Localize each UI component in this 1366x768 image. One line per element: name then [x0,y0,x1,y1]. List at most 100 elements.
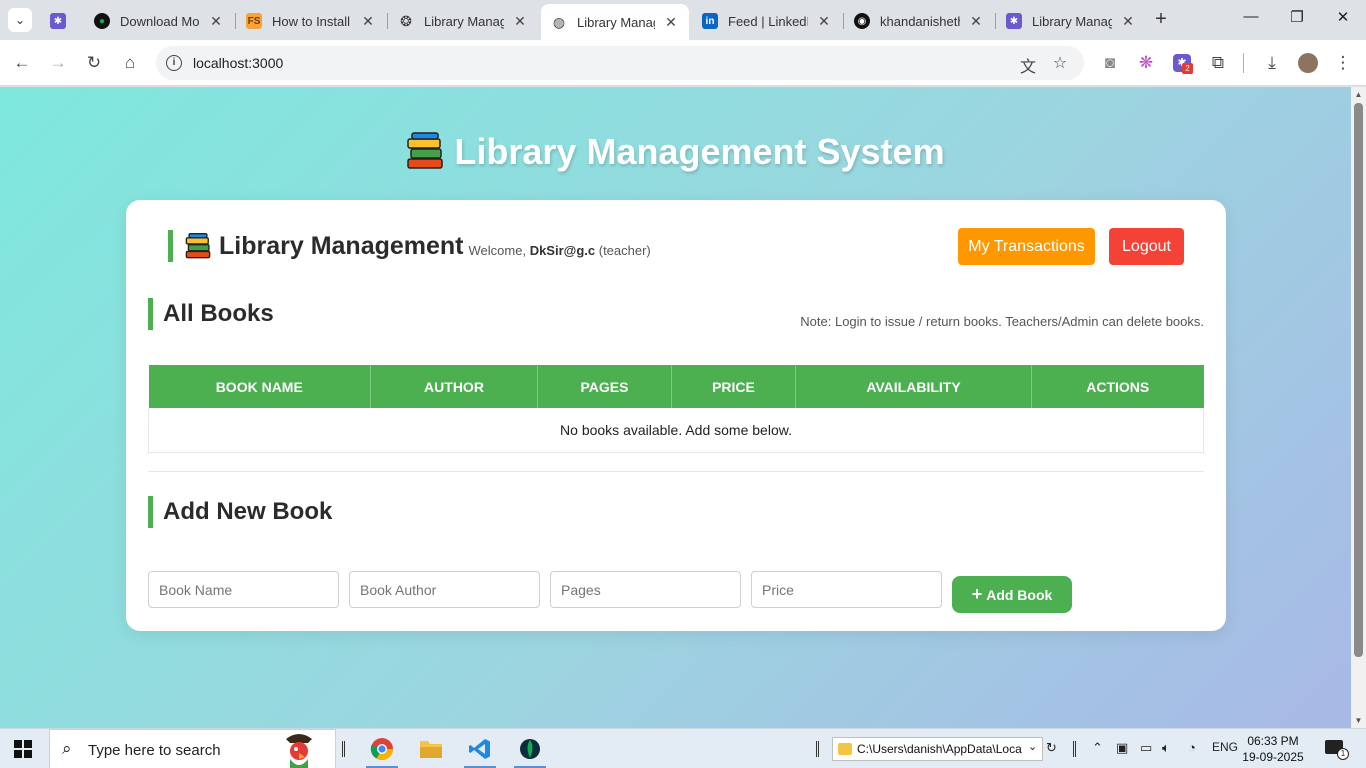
system-clock[interactable]: 06:33 PM 19-09-2025 [1240,733,1306,765]
welcome-text: Welcome, DkSir@g.c (teacher) [469,243,651,258]
book-author-input[interactable] [349,571,540,608]
add-new-book-heading: Add New Book [148,496,332,528]
search-icon: ⌕ [62,739,72,758]
browser-toolbar: ← → ↻ ⌂ i localhost:3000 文 ☆ ◙ ❋ ✱ 2 ⧉ ⤓… [0,40,1366,86]
screenshot-camera-icon[interactable]: ◙ [1098,51,1122,75]
tab-title: Library Manage [577,14,655,30]
taskbar-address-toolbar[interactable]: C:\Users\danish\AppData\Loca [832,737,1043,761]
color-extension-icon[interactable]: ❋ [1134,51,1158,75]
close-tab-icon[interactable]: ✕ [208,13,224,30]
notifications-icon[interactable]: 1 [1325,740,1349,760]
chatgpt-icon: ❂ [400,12,412,29]
extensions-puzzle-icon[interactable]: ⧉ [1206,51,1230,75]
book-name-input[interactable] [148,571,339,608]
app-icon: ✱ [1006,13,1022,29]
site-info-icon[interactable]: i [166,55,182,71]
extension-badge: 2 [1182,63,1193,74]
logout-button[interactable]: Logout [1109,228,1184,265]
close-window-icon[interactable]: ✕ [1320,8,1366,32]
home-icon[interactable]: ⌂ [118,51,142,75]
close-tab-icon[interactable]: ✕ [968,13,984,30]
forward-arrow-icon[interactable]: → [46,51,70,75]
battery-icon[interactable]: ▭ [1140,740,1152,756]
browser-tab-github[interactable]: ◉ khandanisheth ✕ [844,6,994,36]
close-tab-icon[interactable]: ✕ [512,13,528,30]
vscode-icon [469,739,490,759]
network-icon[interactable]: ◔ [1188,740,1196,755]
plus-icon: + [971,584,983,604]
permissions-note: Note: Login to issue / return books. Tea… [800,314,1204,329]
close-tab-icon[interactable]: ✕ [1120,13,1136,30]
new-tab-plus-icon[interactable]: + [1150,8,1172,30]
vscode-taskbar-icon[interactable] [460,733,500,768]
user-role: (teacher) [598,242,651,258]
app-icon: ✱ [50,13,66,29]
mongodb-leaf-icon [520,739,540,759]
column-header-author[interactable]: AUTHOR [370,365,538,408]
windows-taskbar: ⌕ Type here to search C:\Users\danish\Ap… [0,728,1366,768]
close-tab-icon[interactable]: ✕ [663,14,679,31]
minimize-icon[interactable]: — [1228,8,1274,32]
extension-app-icon[interactable]: ✱ 2 [1170,51,1194,75]
browser-tab-linkedin[interactable]: in Feed | LinkedIn ✕ [692,6,842,36]
section-divider [148,471,1204,472]
welcome-prefix: Welcome, [468,242,530,258]
chrome-icon [370,738,393,760]
scroll-up-arrow-icon[interactable]: ▲ [1354,90,1363,99]
show-hidden-icons-chevron-icon[interactable]: ⌃ [1092,740,1103,756]
scrollbar-thumb[interactable] [1354,103,1363,657]
meet-now-icon[interactable]: ▣ [1116,740,1128,756]
bookmark-star-icon[interactable]: ☆ [1050,53,1070,73]
tab-search-icon[interactable]: ⌄ [8,8,32,32]
column-header-availability[interactable]: AVAILABILITY [795,365,1032,408]
mongodb-leaf-icon: ● [94,13,110,29]
profile-avatar-icon[interactable] [1296,51,1320,75]
browser-tab-library-manage-1[interactable]: ❂ Library Manage ✕ [388,6,538,36]
column-header-price[interactable]: PRICE [671,365,796,408]
scroll-down-arrow-icon[interactable]: ▼ [1354,716,1363,725]
chrome-taskbar-icon[interactable] [362,733,402,768]
reload-icon[interactable]: ↻ [82,51,106,75]
column-header-pages[interactable]: PAGES [537,365,672,408]
close-tab-icon[interactable]: ✕ [360,13,376,30]
brand-name: Library Management [219,231,464,260]
close-tab-icon[interactable]: ✕ [816,13,832,30]
browser-tab-how-to-install[interactable]: FS How to Install I ✕ [236,6,386,36]
column-header-actions[interactable]: ACTIONS [1031,365,1204,408]
browser-tab-pinned[interactable]: ✱ [40,6,80,36]
page-title-text: Library Management System [454,131,945,172]
menu-kebab-icon[interactable]: ⋮ [1331,51,1355,75]
file-explorer-taskbar-icon[interactable] [411,733,451,765]
address-dropdown-icon[interactable]: ⌄ [1028,740,1037,753]
parrot-mascot-icon [286,734,312,768]
user-name: DkSir@g.c [529,242,596,258]
address-go-icon[interactable]: ↻ [1046,740,1057,756]
books-icon [407,132,444,169]
taskbar-search-box[interactable]: ⌕ Type here to search [49,729,336,768]
browser-tab-library-manage-2[interactable]: ✱ Library Manage ✕ [996,6,1146,36]
price-input[interactable] [751,571,942,608]
browser-tab-download-mongodb[interactable]: ● Download Mon ✕ [84,6,234,36]
translate-icon[interactable]: 文 [1018,53,1038,76]
column-header-book-name[interactable]: BOOK NAME [148,365,371,408]
page-scrollbar[interactable]: ▲ ▼ [1351,87,1366,728]
volume-icon[interactable]: 🔈︎ [1162,740,1170,756]
add-book-button[interactable]: + Add Book [952,576,1072,613]
address-path: C:\Users\danish\AppData\Loca [857,742,1022,756]
my-transactions-button[interactable]: My Transactions [958,228,1095,265]
restore-icon[interactable]: ❐ [1274,8,1320,32]
windows-start-icon[interactable] [14,740,32,758]
download-icon[interactable]: ⤓ [1260,51,1284,75]
page-viewport: Library Management System Library Manage… [0,87,1366,728]
pages-input[interactable] [550,571,741,608]
mongodb-compass-taskbar-icon[interactable] [510,733,550,768]
back-arrow-icon[interactable]: ← [10,51,34,75]
language-indicator[interactable]: ENG [1212,740,1238,754]
page-title: Library Management System [0,131,1351,173]
url-text[interactable]: localhost:3000 [193,55,283,71]
address-bar[interactable]: i localhost:3000 文 ☆ [156,46,1084,80]
browser-tab-library-manage-active[interactable]: ◍ Library Manage ✕ [541,4,689,40]
all-books-heading: All Books [148,298,274,330]
tab-title: Library Manage [1032,13,1112,29]
table-row: No books available. Add some below. [148,408,1204,453]
